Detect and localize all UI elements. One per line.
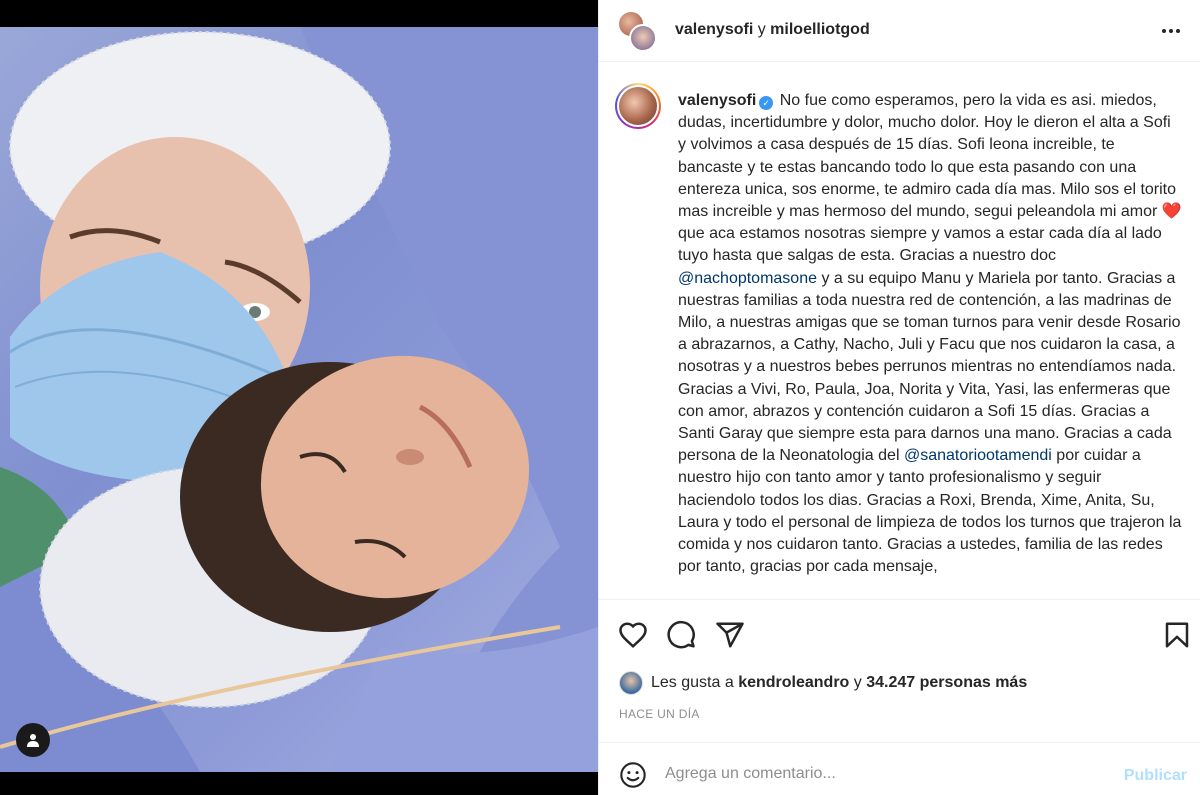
mention-link[interactable]: @sanatoriootamendi — [904, 447, 1052, 464]
liker-username[interactable]: kendroleandro — [738, 674, 849, 692]
user-icon — [27, 734, 39, 747]
comment-icon[interactable] — [666, 620, 696, 650]
tagged-users-button[interactable] — [16, 723, 50, 757]
photo-illustration — [0, 27, 598, 772]
post-caption: valenysofi ✓ No fue como esperamos, pero … — [678, 90, 1182, 578]
more-horizontal-icon[interactable] — [1159, 19, 1183, 49]
post-media — [0, 0, 598, 795]
post-actions: Les gusta a kendroleandro y 34.247 perso… — [599, 599, 1200, 741]
caption-text: y a su equipo Manu y Mariela por tanto. … — [678, 269, 1181, 465]
verified-badge-icon: ✓ — [759, 96, 774, 110]
caption-text: No fue como esperamos, pero la vida es a… — [678, 92, 1177, 221]
likes-count[interactable]: 34.247 personas más — [866, 674, 1027, 692]
likes-summary: Les gusta a kendroleandro y 34.247 perso… — [619, 670, 1027, 696]
username-link[interactable]: valenysofi — [675, 21, 753, 38]
caption-username[interactable]: valenysofi — [678, 92, 756, 109]
username-link[interactable]: miloelliotgod — [770, 21, 870, 38]
publish-button[interactable]: Publicar — [1124, 767, 1187, 785]
post-timestamp[interactable]: HACE UN DÍA — [619, 707, 700, 721]
share-icon[interactable] — [715, 620, 745, 650]
comment-form: Publicar — [599, 742, 1200, 795]
avatar[interactable] — [619, 671, 643, 695]
comment-input[interactable] — [665, 759, 1105, 789]
post-photo[interactable] — [0, 27, 598, 772]
emoji-icon[interactable] — [619, 761, 647, 789]
avatar[interactable] — [615, 83, 661, 129]
avatar[interactable] — [629, 24, 657, 52]
collab-usernames: valenysofi y miloelliotgod — [675, 21, 870, 39]
save-icon[interactable] — [1162, 620, 1192, 650]
caption-text: que aca estamos nosotras siempre y vamos… — [678, 225, 1162, 265]
post-header: valenysofi y miloelliotgod — [599, 0, 1200, 62]
collab-avatars[interactable] — [617, 10, 661, 54]
post-sidebar: valenysofi y miloelliotgod valenysofi ✓ N… — [598, 0, 1200, 795]
likes-prefix: Les gusta a — [651, 674, 734, 691]
username-separator: y — [757, 21, 766, 38]
likes-conjunction: y — [853, 674, 862, 691]
heart-emoji: ❤️ — [1161, 203, 1182, 221]
caption-section: valenysofi ✓ No fue como esperamos, pero … — [599, 63, 1200, 598]
heart-icon[interactable] — [618, 620, 648, 650]
mention-link[interactable]: @nachoptomasone — [678, 270, 817, 287]
caption-text: por cuidar a nuestro hijo con tanto amor… — [678, 447, 1182, 576]
